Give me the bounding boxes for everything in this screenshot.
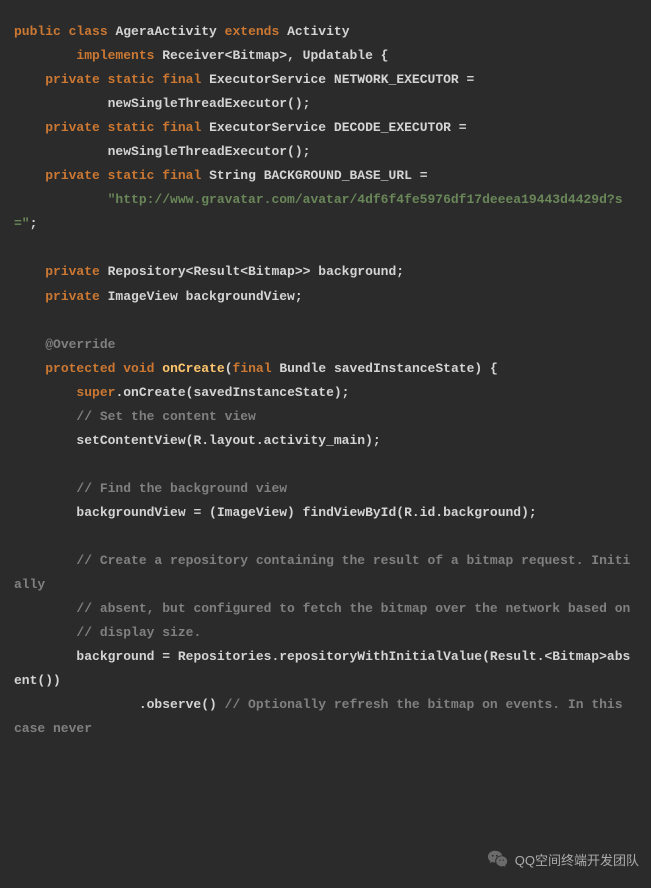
interfaces: Receiver<Bitmap>, Updatable { bbox=[154, 48, 388, 63]
kw-public: public bbox=[14, 24, 61, 39]
kw-extends: extends bbox=[225, 24, 280, 39]
kw-implements: implements bbox=[14, 48, 154, 63]
kw-final: final bbox=[162, 168, 201, 183]
kw-final: final bbox=[162, 72, 201, 87]
decl-background-view: ImageView backgroundView; bbox=[100, 289, 303, 304]
kw-static: static bbox=[108, 120, 155, 135]
code-block: public class AgeraActivity extends Activ… bbox=[0, 0, 651, 761]
init-network-executor: newSingleThreadExecutor(); bbox=[14, 96, 310, 111]
decl-url: String BACKGROUND_BASE_URL = bbox=[201, 168, 427, 183]
super-call: .onCreate(savedInstanceState); bbox=[115, 385, 349, 400]
comment-set-content: // Set the content view bbox=[14, 409, 256, 424]
kw-protected: protected bbox=[14, 361, 115, 376]
kw-private: private bbox=[14, 72, 100, 87]
kw-private: private bbox=[14, 264, 100, 279]
repo-init: background = Repositories.repositoryWith… bbox=[14, 649, 630, 688]
observe-call: .observe() bbox=[14, 697, 225, 712]
watermark: QQ空间终端开发团队 bbox=[487, 848, 639, 870]
kw-static: static bbox=[108, 168, 155, 183]
init-decode-executor: newSingleThreadExecutor(); bbox=[14, 144, 310, 159]
kw-private: private bbox=[14, 120, 100, 135]
comment-repo-1: // Create a repository containing the re… bbox=[14, 553, 630, 592]
find-view: backgroundView = (ImageView) findViewByI… bbox=[14, 505, 537, 520]
kw-final: final bbox=[233, 361, 272, 376]
watermark-text: QQ空间终端开发团队 bbox=[515, 850, 639, 869]
kw-private: private bbox=[14, 289, 100, 304]
decl-background: Repository<Result<Bitmap>> background; bbox=[100, 264, 404, 279]
superclass: Activity bbox=[279, 24, 349, 39]
kw-void: void bbox=[123, 361, 154, 376]
comment-repo-2: // absent, but configured to fetch the b… bbox=[14, 601, 630, 616]
semicolon: ; bbox=[30, 216, 38, 231]
param: Bundle savedInstanceState) { bbox=[272, 361, 498, 376]
comment-find-bg: // Find the background view bbox=[14, 481, 287, 496]
method-oncreate: onCreate bbox=[162, 361, 224, 376]
kw-class: class bbox=[69, 24, 108, 39]
string-url: "http://www.gravatar.com/avatar/4df6f4fe… bbox=[14, 192, 623, 231]
kw-super: super bbox=[14, 385, 115, 400]
paren: ( bbox=[225, 361, 233, 376]
comment-repo-3: // display size. bbox=[14, 625, 201, 640]
kw-static: static bbox=[108, 72, 155, 87]
decl-network-executor: ExecutorService NETWORK_EXECUTOR = bbox=[201, 72, 474, 87]
kw-private: private bbox=[14, 168, 100, 183]
class-name: AgeraActivity bbox=[108, 24, 225, 39]
kw-final: final bbox=[162, 120, 201, 135]
annotation-override: @Override bbox=[14, 337, 115, 352]
set-content-view: setContentView(R.layout.activity_main); bbox=[14, 433, 381, 448]
decl-decode-executor: ExecutorService DECODE_EXECUTOR = bbox=[201, 120, 466, 135]
wechat-icon bbox=[487, 848, 509, 870]
